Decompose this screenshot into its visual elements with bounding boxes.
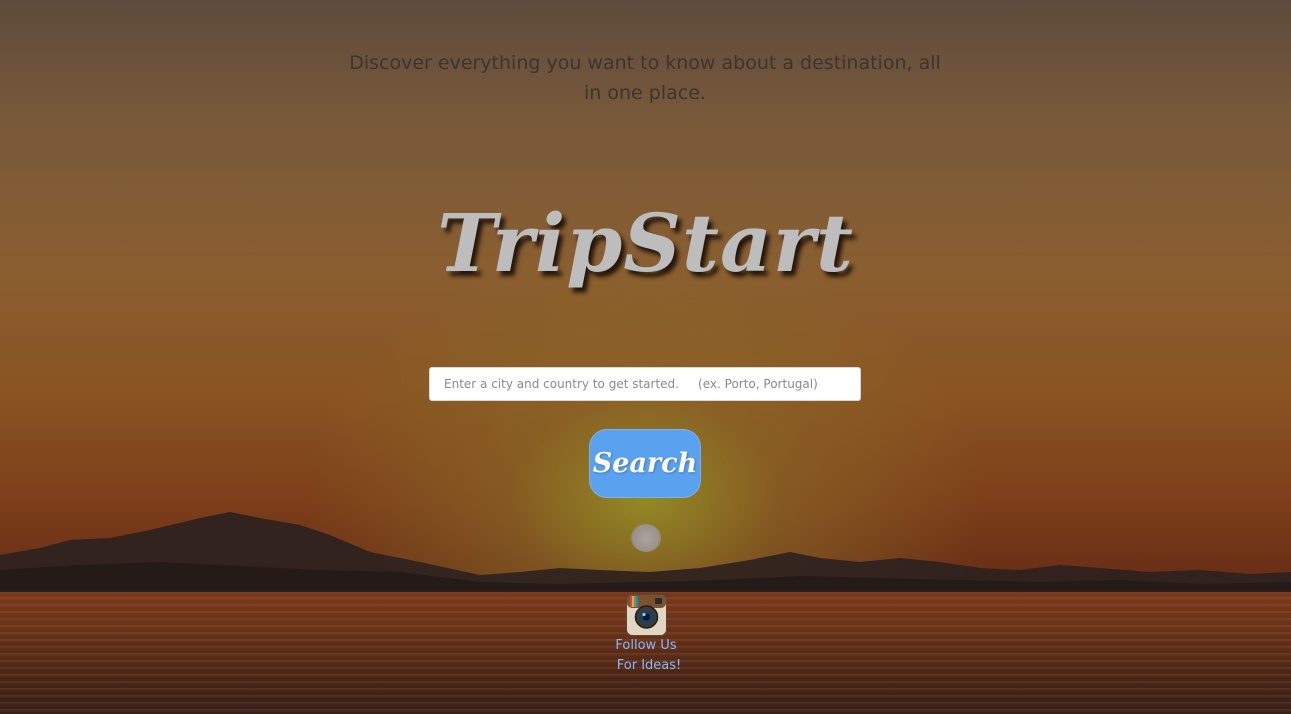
search-button[interactable]: Search	[589, 429, 701, 498]
brand-title: TripStart	[437, 196, 854, 290]
destination-search-input[interactable]	[429, 367, 861, 401]
sun-disc	[631, 524, 661, 552]
landing-page: Discover everything you want to know abo…	[0, 0, 1291, 714]
follow-text-line2: For Ideas!	[616, 658, 682, 673]
instagram-icon	[625, 594, 667, 636]
follow-text-line1: Follow Us	[615, 638, 677, 653]
instagram-follow-link[interactable]: Follow Us For Ideas!	[596, 594, 696, 676]
page-tagline: Discover everything you want to know abo…	[349, 52, 941, 104]
